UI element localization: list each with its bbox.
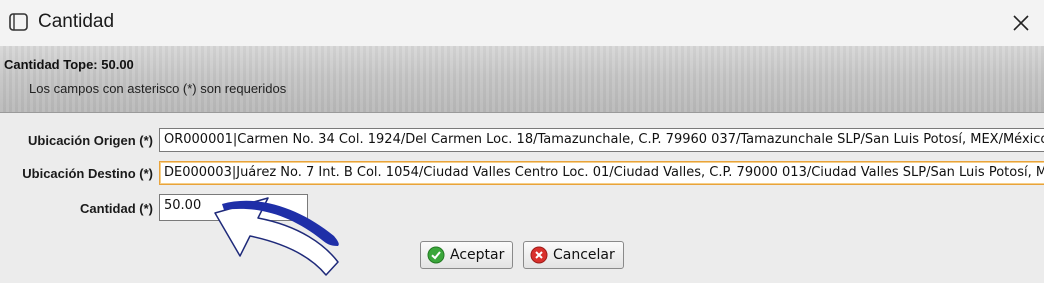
close-icon — [1013, 15, 1029, 31]
cancel-button[interactable]: Cancelar — [523, 241, 624, 269]
cancel-label: Cancelar — [553, 247, 615, 263]
cancel-icon — [530, 246, 548, 264]
accept-label: Aceptar — [450, 247, 505, 263]
window-app-icon — [9, 13, 28, 31]
quantity-field[interactable]: 50.00 — [159, 194, 308, 221]
dialog-header: Cantidad Tope: 50.00 Los campos con aste… — [0, 46, 1044, 113]
form-panel: Ubicación Origen (*) OR000001|Carmen No.… — [0, 113, 1044, 283]
max-quantity-title: Cantidad Tope: 50.00 — [4, 57, 134, 72]
destination-field[interactable]: DE000003|Juárez No. 7 Int. B Col. 1054/C… — [159, 161, 1044, 185]
quantity-label: Cantidad (*) — [80, 201, 153, 216]
title-bar: Cantidad — [0, 0, 1044, 46]
origin-field[interactable]: OR000001|Carmen No. 34 Col. 1924/Del Car… — [159, 128, 1044, 152]
destination-label: Ubicación Destino (*) — [22, 166, 153, 181]
close-button[interactable] — [998, 0, 1044, 46]
required-fields-note: Los campos con asterisco (*) son requeri… — [29, 81, 287, 96]
origin-label: Ubicación Origen (*) — [28, 133, 153, 148]
window-title: Cantidad — [38, 11, 115, 32]
accept-button[interactable]: Aceptar — [420, 241, 514, 269]
check-icon — [427, 246, 445, 264]
